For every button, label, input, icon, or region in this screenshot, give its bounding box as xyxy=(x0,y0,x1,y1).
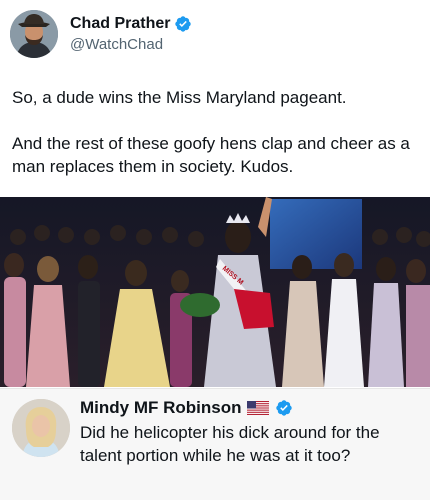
author-name[interactable]: Chad Prather xyxy=(70,14,170,33)
tweet-media-image[interactable]: MISS M xyxy=(0,197,430,387)
us-flag-icon xyxy=(247,401,270,415)
tweet-paragraph: So, a dude wins the Miss Maryland pagean… xyxy=(12,88,347,107)
author-block: Chad Prather @WatchChad xyxy=(70,14,192,54)
reply-avatar-illustration xyxy=(12,399,70,457)
reply-name-row: Mindy MF Robinson xyxy=(80,397,420,419)
verified-badge-icon xyxy=(275,399,293,417)
author-avatar[interactable] xyxy=(10,10,58,58)
author-handle[interactable]: @WatchChad xyxy=(70,35,192,54)
author-name-row: Chad Prather xyxy=(70,14,192,33)
reply-body: Mindy MF Robinson Did he helicopter his … xyxy=(80,397,420,467)
reply-text: Did he helicopter his dick around for th… xyxy=(80,423,380,465)
post-header: Chad Prather @WatchChad xyxy=(10,6,192,62)
tweet-text: So, a dude wins the Miss Maryland pagean… xyxy=(12,86,418,178)
reply-avatar[interactable] xyxy=(12,399,70,457)
pageant-stage-photo: MISS M xyxy=(0,197,430,387)
tweet-paragraph: And the rest of these goofy hens clap an… xyxy=(12,134,410,176)
reply-author-name[interactable]: Mindy MF Robinson xyxy=(80,397,241,419)
verified-badge-icon xyxy=(174,15,192,33)
avatar-illustration xyxy=(10,10,58,58)
reply-card[interactable]: Mindy MF Robinson Did he helicopter his … xyxy=(0,388,430,500)
